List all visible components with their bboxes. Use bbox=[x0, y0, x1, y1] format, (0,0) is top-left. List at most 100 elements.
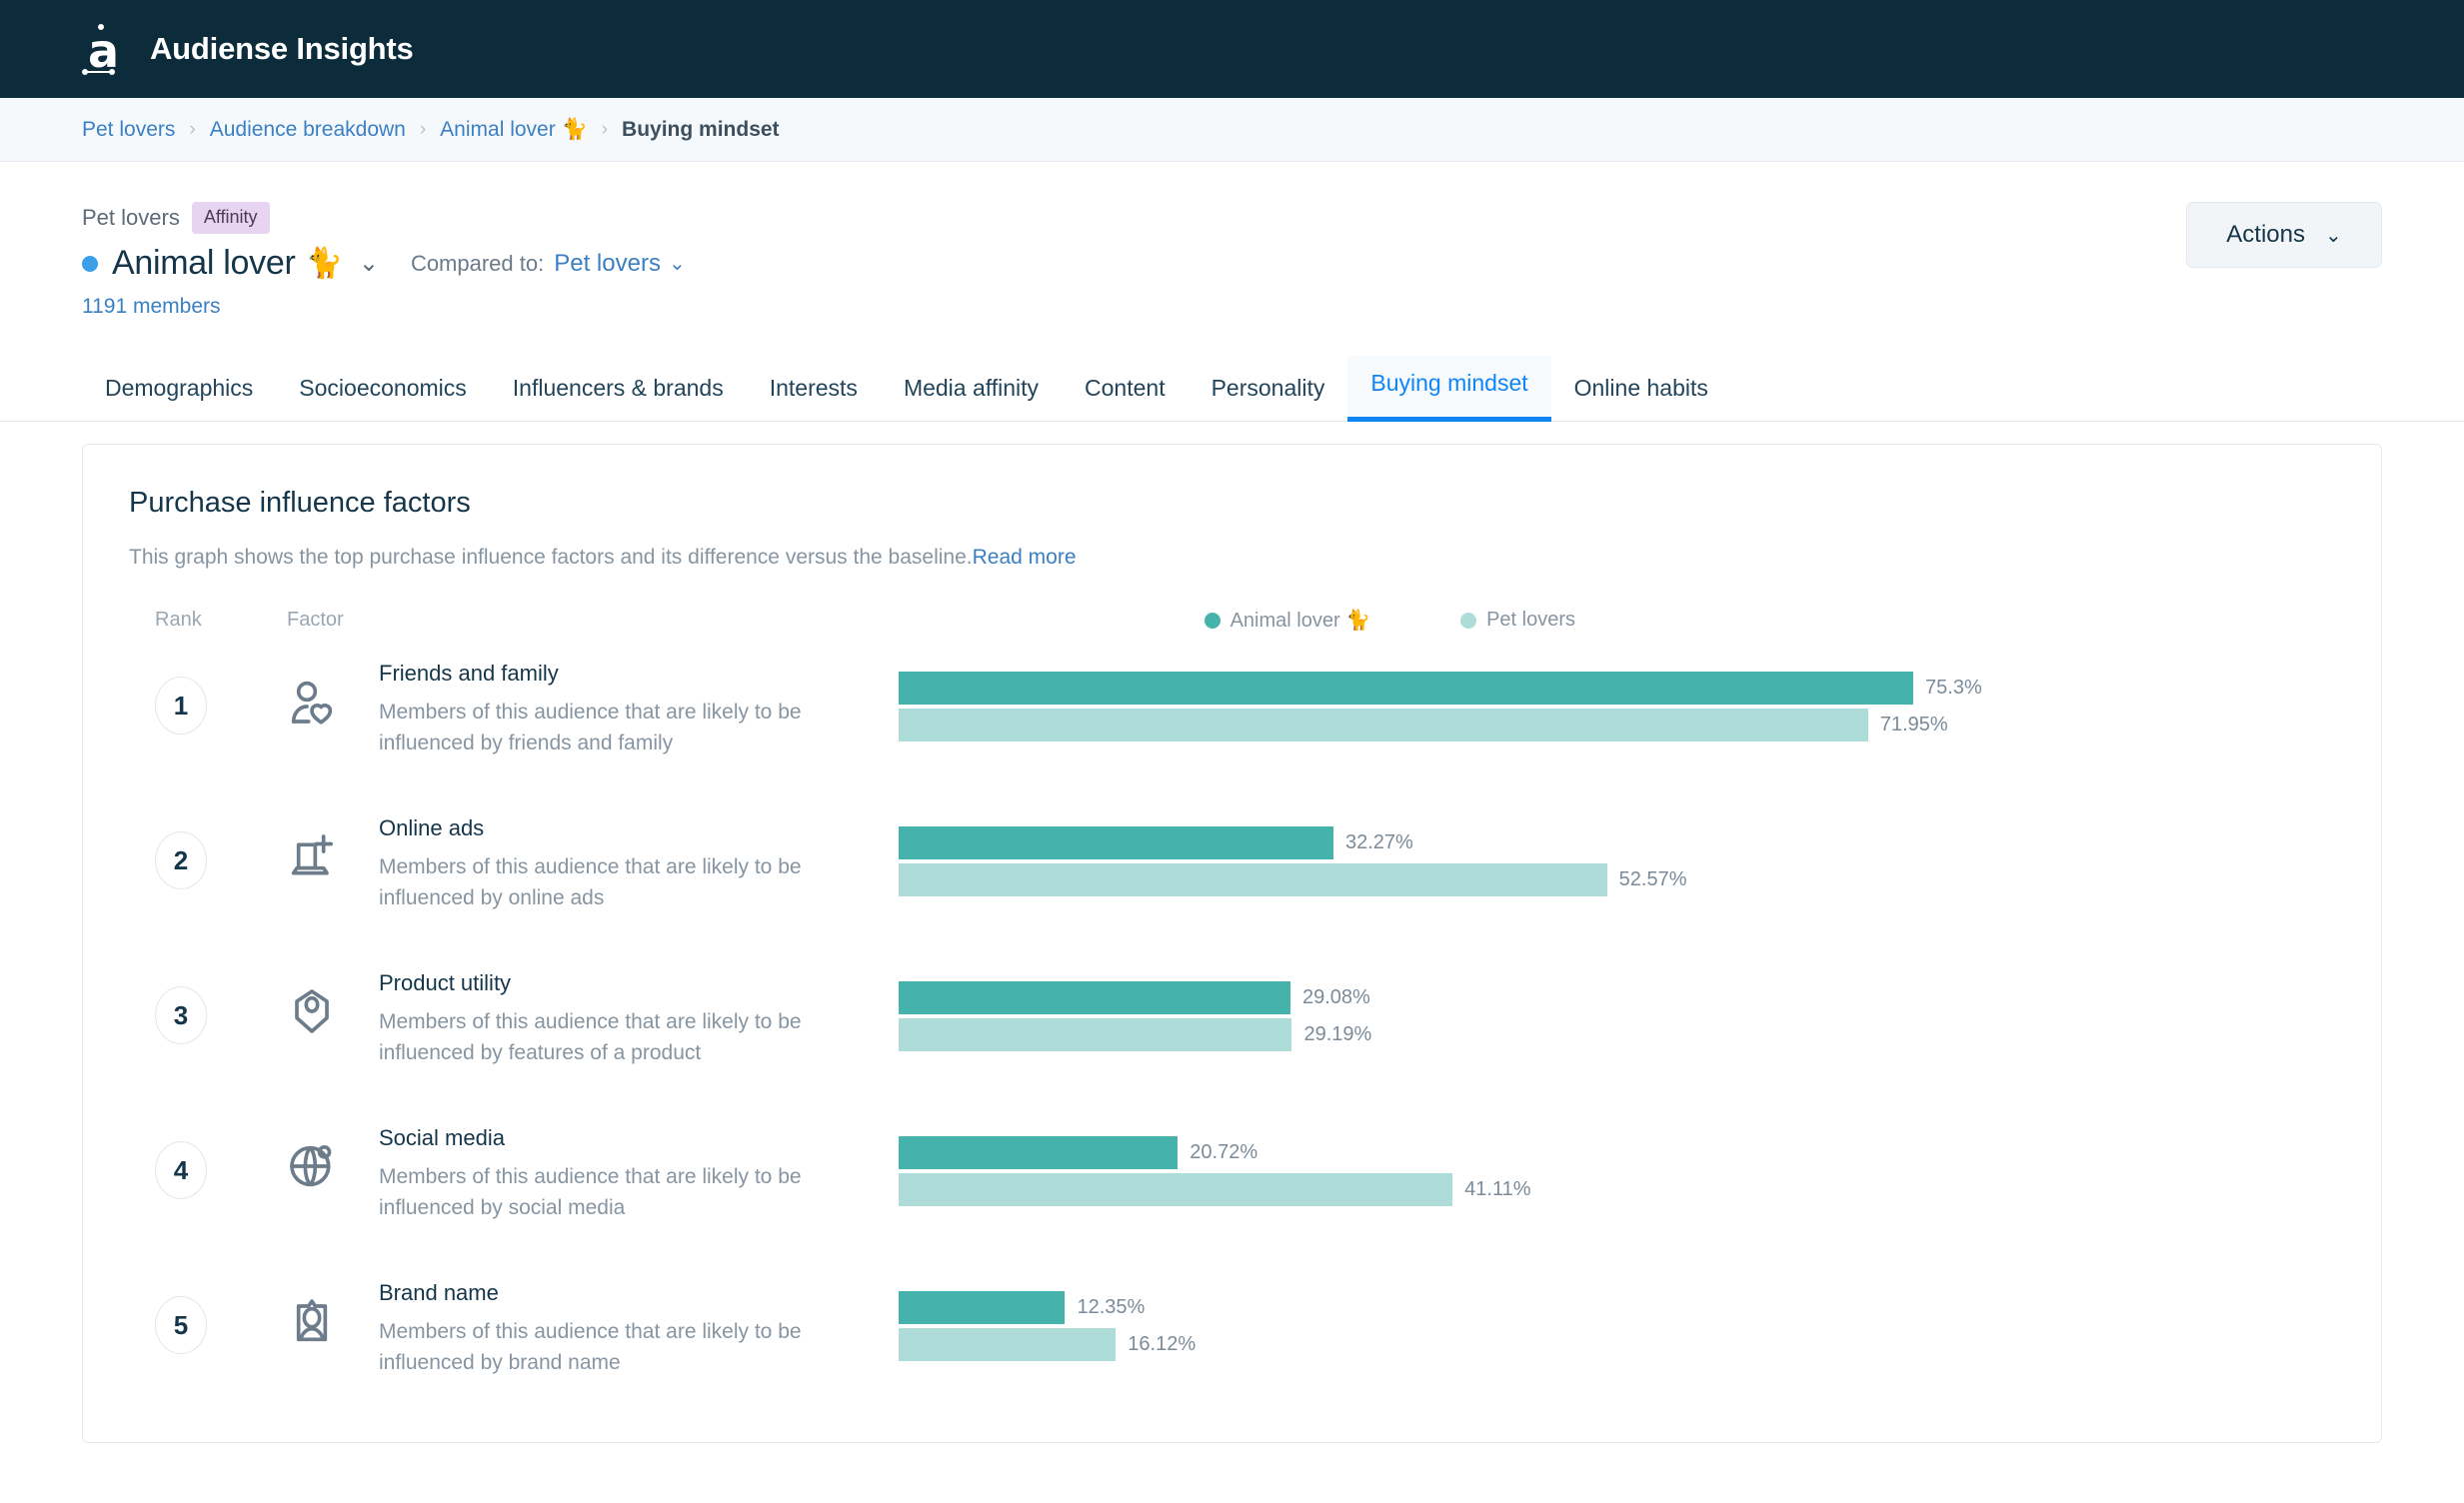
factor-description: Members of this audience that are likely… bbox=[379, 1006, 899, 1068]
tab-influencers-brands[interactable]: Influencers & brands bbox=[490, 361, 747, 422]
factor-cell: Friends and familyMembers of this audien… bbox=[379, 659, 899, 758]
tab-socioeconomics[interactable]: Socioeconomics bbox=[276, 361, 489, 422]
logo-dot-left bbox=[82, 69, 88, 75]
factor-description: Members of this audience that are likely… bbox=[379, 1316, 899, 1378]
bar-secondary[interactable] bbox=[899, 1173, 1452, 1206]
tab-interests[interactable]: Interests bbox=[747, 361, 881, 422]
bar-primary[interactable] bbox=[899, 826, 1333, 859]
table-row: 4 Social mediaMembers of this audience th… bbox=[129, 1123, 2335, 1278]
parent-audience-label: Pet lovers bbox=[82, 205, 180, 231]
factor-cell: Brand name Members of this audience that … bbox=[379, 1278, 899, 1378]
rank-cell: 5 bbox=[155, 1278, 287, 1354]
factor-cell: Social mediaMembers of this audience tha… bbox=[379, 1123, 899, 1223]
bar-primary[interactable] bbox=[899, 1291, 1065, 1324]
legend-item-pet-lovers: Pet lovers bbox=[1460, 609, 1575, 632]
bar-value-primary: 29.08% bbox=[1302, 986, 1370, 1009]
bar-line-primary: 12.35% bbox=[899, 1290, 2335, 1325]
eyebrow-row: Pet lovers Affinity bbox=[82, 202, 2382, 234]
factor-icon-cell bbox=[287, 659, 379, 727]
status-badge: Affinity bbox=[192, 202, 270, 234]
tab-content[interactable]: Content bbox=[1062, 361, 1189, 422]
breadcrumb: Pet lovers › Audience breakdown › Animal… bbox=[0, 98, 2464, 162]
bar-line-secondary: 41.11% bbox=[899, 1172, 2335, 1207]
legend-dot-icon bbox=[1205, 613, 1221, 629]
compared-to-chevron-down-icon[interactable]: ⌄ bbox=[669, 251, 686, 276]
bar-primary[interactable] bbox=[899, 1136, 1178, 1169]
actions-button[interactable]: Actions ⌄ bbox=[2186, 202, 2382, 268]
member-count[interactable]: 1191 members bbox=[82, 295, 2382, 319]
bar-secondary[interactable] bbox=[899, 1018, 1291, 1051]
factor-cell: Product utilityMembers of this audience … bbox=[379, 968, 899, 1068]
chart-legend: Animal lover 🐈 Pet lovers bbox=[1205, 608, 2335, 633]
rank-cell: 2 bbox=[155, 813, 287, 889]
breadcrumb-item-buying-mindset: Buying mindset bbox=[622, 118, 780, 142]
bar-value-secondary: 71.95% bbox=[1880, 714, 1948, 737]
page-title: Animal lover bbox=[112, 244, 295, 283]
factor-icon-cell bbox=[287, 968, 379, 1036]
bar-primary[interactable] bbox=[899, 672, 1913, 705]
factor-name: Brand name bbox=[379, 1280, 899, 1306]
breadcrumb-item-pet-lovers[interactable]: Pet lovers bbox=[82, 118, 175, 142]
legend-dot-icon bbox=[1460, 613, 1476, 629]
globe-icon bbox=[287, 1141, 337, 1191]
bar-value-secondary: 52.57% bbox=[1619, 868, 1687, 891]
bar-secondary[interactable] bbox=[899, 1328, 1116, 1361]
tab-personality[interactable]: Personality bbox=[1189, 361, 1348, 422]
segment-title-row: Animal lover 🐈 ⌄ Compared to: Pet lovers… bbox=[82, 244, 2382, 283]
breadcrumb-separator-icon: › bbox=[189, 119, 195, 141]
bar-line-secondary: 29.19% bbox=[899, 1017, 2335, 1052]
page-heading: Pet lovers Affinity Animal lover 🐈 ⌄ Com… bbox=[0, 162, 2464, 319]
actions-button-label: Actions bbox=[2226, 221, 2305, 249]
compared-to-value[interactable]: Pet lovers bbox=[554, 250, 661, 278]
rank-badge: 1 bbox=[155, 677, 207, 735]
bars-cell: 29.08% 29.19% bbox=[899, 968, 2335, 1052]
factor-icon-cell bbox=[287, 1123, 379, 1191]
rank-cell: 4 bbox=[155, 1123, 287, 1199]
table-row: 3 Product utilityMembers of this audience… bbox=[129, 968, 2335, 1123]
laptop-plus-icon bbox=[287, 831, 337, 881]
person-heart-icon bbox=[287, 677, 337, 727]
table-row: 1 Friends and familyMembers of this audie… bbox=[129, 659, 2335, 813]
bar-value-secondary: 29.19% bbox=[1303, 1023, 1371, 1046]
factor-cell: Online adsMembers of this audience that … bbox=[379, 813, 899, 913]
compared-to-label: Compared to: bbox=[411, 251, 544, 277]
bars-cell: 20.72% 41.11% bbox=[899, 1123, 2335, 1207]
table-row: 5 Brand name Members of this audience that… bbox=[129, 1278, 2335, 1433]
rank-badge: 5 bbox=[155, 1296, 207, 1354]
table-header: Rank Factor Animal lover 🐈Pet lovers bbox=[129, 608, 2335, 633]
tab-media-affinity[interactable]: Media affinity bbox=[881, 361, 1062, 422]
logo-baseline bbox=[84, 71, 112, 73]
app-title: Audiense Insights bbox=[150, 31, 414, 67]
breadcrumb-item-audience-breakdown[interactable]: Audience breakdown bbox=[210, 118, 406, 142]
breadcrumb-item-animal-lover[interactable]: Animal lover 🐈 bbox=[440, 118, 588, 142]
bar-value-primary: 20.72% bbox=[1190, 1141, 1257, 1164]
tab-demographics[interactable]: Demographics bbox=[82, 361, 276, 422]
tab-online-habits[interactable]: Online habits bbox=[1551, 361, 1731, 422]
legend-item-animal-lover: Animal lover 🐈 bbox=[1205, 608, 1371, 633]
bar-secondary[interactable] bbox=[899, 709, 1868, 742]
bars-cell: 12.35% 16.12% bbox=[899, 1278, 2335, 1362]
audiense-a-logo-icon: a bbox=[82, 24, 128, 74]
segment-chevron-down-icon[interactable]: ⌄ bbox=[359, 252, 379, 276]
card-description-text: This graph shows the top purchase influe… bbox=[129, 546, 973, 569]
breadcrumb-separator-icon: › bbox=[602, 119, 608, 141]
rank-badge: 3 bbox=[155, 986, 207, 1044]
logo-letter: a bbox=[88, 30, 118, 72]
cat-emoji-icon: 🐈 bbox=[305, 246, 342, 281]
tab-buying-mindset[interactable]: Buying mindset bbox=[1347, 356, 1550, 422]
bar-line-primary: 29.08% bbox=[899, 980, 2335, 1015]
bar-primary[interactable] bbox=[899, 981, 1290, 1014]
bar-line-primary: 75.3% bbox=[899, 671, 2335, 706]
read-more-link[interactable]: Read more bbox=[973, 546, 1077, 569]
bar-line-secondary: 52.57% bbox=[899, 862, 2335, 897]
bar-line-primary: 20.72% bbox=[899, 1135, 2335, 1170]
bars-cell: 32.27% 52.57% bbox=[899, 813, 2335, 897]
legend-label: Pet lovers bbox=[1486, 609, 1575, 632]
bar-value-secondary: 41.11% bbox=[1464, 1178, 1530, 1201]
price-tag-icon bbox=[287, 986, 337, 1036]
factor-description: Members of this audience that are likely… bbox=[379, 697, 899, 758]
bar-value-primary: 32.27% bbox=[1345, 831, 1413, 854]
bar-value-secondary: 16.12% bbox=[1128, 1333, 1196, 1356]
bar-secondary[interactable] bbox=[899, 863, 1607, 896]
logo-dot-right bbox=[109, 69, 115, 75]
